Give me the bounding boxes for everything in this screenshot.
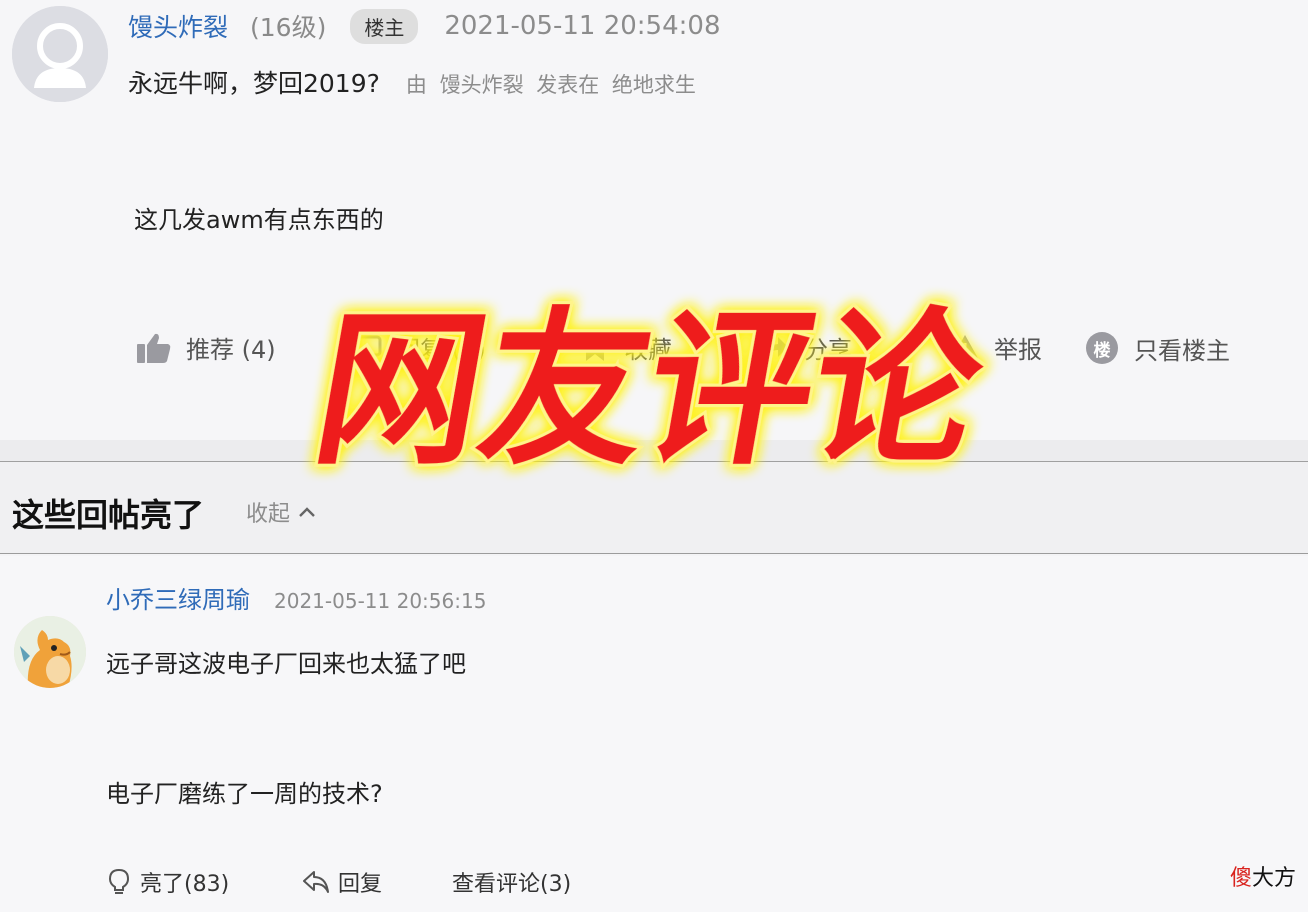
reply-arrow-icon (303, 871, 329, 893)
only-op-button[interactable]: 楼 只看楼主 (1084, 330, 1230, 366)
bookmark-icon (586, 335, 604, 361)
collapse-label: 收起 (246, 502, 291, 527)
post-actions: 推荐 (4) 回复 (1) 收藏 分享 举报 楼 只看楼主 (0, 330, 1308, 370)
reply-count-button[interactable]: 回复 (1) (352, 330, 486, 365)
comment-icon (352, 335, 382, 361)
reply-text-line-2: 电子厂磨练了一周的技术? (106, 780, 383, 808)
reply-text-line-1: 远子哥这波电子厂回来也太猛了吧 (106, 650, 466, 678)
reply-author-link[interactable]: 小乔三绿周瑜 (106, 580, 250, 615)
section-divider (0, 440, 1308, 462)
watermark-first-char: 傻 (1229, 866, 1252, 891)
hot-reply: 小乔三绿周瑜 2021-05-11 20:56:15 远子哥这波电子厂回来也太猛… (0, 556, 1308, 912)
post-timestamp: 2021-05-11 20:54:08 (444, 11, 721, 41)
post-body: 这几发awm有点东西的 (134, 206, 384, 234)
only-op-label: 只看楼主 (1134, 336, 1230, 365)
reply-avatar[interactable] (14, 616, 86, 688)
op-badge: 楼主 (350, 8, 419, 44)
favorite-label: 收藏 (624, 336, 672, 364)
recommend-label: 推荐 (4) (186, 336, 276, 364)
reply-count-label: 回复 (1) (396, 336, 486, 364)
only-op-icon-char: 楼 (1093, 340, 1111, 361)
share-icon (763, 336, 788, 359)
chevron-up-icon (299, 507, 315, 517)
dragon-avatar-icon (14, 616, 86, 688)
light-label: 亮了(83) (140, 872, 230, 897)
reply-label: 回复 (338, 872, 383, 897)
author-level: (16级) (250, 13, 327, 42)
hot-replies-title: 这些回帖亮了 (12, 496, 205, 534)
post-header: 馒头炸裂 (16级) 楼主 2021-05-11 20:54:08 (128, 8, 720, 44)
view-comments-button[interactable]: 查看评论(3) (452, 866, 571, 898)
warning-icon (951, 334, 979, 360)
reply-header: 小乔三绿周瑜 2021-05-11 20:56:15 (106, 580, 486, 615)
thumbs-up-icon (137, 333, 171, 363)
share-label: 分享 (804, 336, 852, 364)
post-title: 永远牛啊，梦回2019? (128, 69, 380, 98)
watermark-rest: 大方 (1251, 866, 1296, 891)
original-post: 馒头炸裂 (16级) 楼主 2021-05-11 20:54:08 永远牛啊，梦… (0, 0, 1308, 440)
post-title-row: 永远牛啊，梦回2019? 由 馒头炸裂 发表在 绝地求生 (128, 64, 696, 100)
post-author-link[interactable]: 馒头炸裂 (128, 8, 228, 44)
reply-actions: 亮了(83) 回复 查看评论(3) (0, 866, 1308, 902)
light-button[interactable]: 亮了(83) (106, 866, 229, 898)
favorite-button[interactable]: 收藏 (580, 330, 672, 365)
report-button[interactable]: 举报 (950, 330, 1042, 365)
watermark: 傻大方 (1230, 860, 1296, 892)
op-avatar[interactable] (12, 6, 108, 102)
lightbulb-icon (108, 868, 130, 894)
report-label: 举报 (994, 336, 1042, 364)
reply-button[interactable]: 回复 (302, 866, 382, 898)
collapse-toggle[interactable]: 收起 (246, 496, 316, 528)
share-button[interactable]: 分享 (760, 330, 852, 365)
reply-timestamp: 2021-05-11 20:56:15 (274, 589, 487, 613)
hot-replies-header: 这些回帖亮了 收起 (0, 462, 1308, 554)
recommend-button[interactable]: 推荐 (4) (136, 330, 276, 365)
post-meta: 由 馒头炸裂 发表在 绝地求生 (405, 73, 696, 97)
default-user-avatar-icon (12, 6, 108, 102)
view-comments-label: 查看评论(3) (452, 872, 572, 897)
